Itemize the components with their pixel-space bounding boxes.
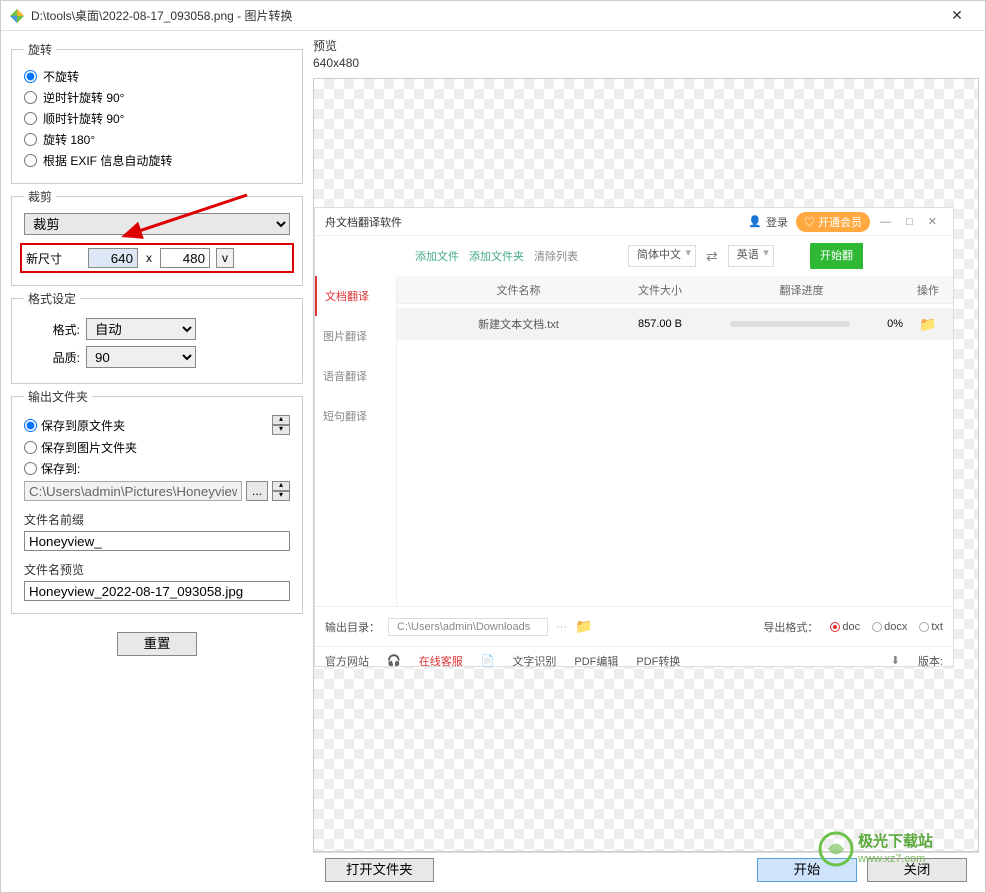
out-dots[interactable]: ··· bbox=[556, 621, 567, 633]
start-button[interactable]: 开始 bbox=[757, 858, 857, 882]
th-op: 操作 bbox=[903, 282, 953, 298]
output-path-input[interactable] bbox=[24, 481, 242, 501]
preview-canvas: 舟文档翻译软件 👤 登录 ♡ 开通会员 — □ ✕ 添加文件 添加文件夹 清除列… bbox=[313, 78, 979, 852]
app-icon bbox=[9, 8, 25, 24]
quality-select[interactable]: 90 bbox=[86, 346, 196, 368]
preview-heading: 预览 bbox=[313, 37, 979, 54]
emb-title-text: 舟文档翻译软件 bbox=[325, 214, 748, 230]
format-select[interactable]: 自动 bbox=[86, 318, 196, 340]
size-dropdown-button[interactable]: v bbox=[216, 248, 234, 268]
progress-bar bbox=[730, 321, 850, 327]
width-input[interactable] bbox=[88, 248, 138, 268]
add-file[interactable]: 添加文件 bbox=[415, 248, 459, 264]
bt-service[interactable]: 在线客服 bbox=[419, 653, 463, 669]
row-prog: 0% bbox=[700, 318, 903, 330]
crop-group: 裁剪 裁剪 新尺寸 x v bbox=[11, 188, 303, 286]
side-short[interactable]: 短句翻译 bbox=[315, 396, 396, 436]
crop-legend: 裁剪 bbox=[24, 188, 56, 205]
side-doc[interactable]: 文档翻译 bbox=[315, 276, 396, 316]
table-row[interactable]: 新建文本文档.txt 857.00 B 0% 📁 bbox=[397, 308, 953, 340]
clear-list[interactable]: 清除列表 bbox=[534, 248, 578, 264]
close-button-footer[interactable]: 关闭 bbox=[867, 858, 967, 882]
preview-name bbox=[24, 581, 290, 601]
output-legend: 输出文件夹 bbox=[24, 388, 92, 405]
bt-ocr[interactable]: 文字识别 bbox=[512, 653, 556, 669]
rotate-exif[interactable] bbox=[24, 154, 37, 167]
crop-mode-select[interactable]: 裁剪 bbox=[24, 213, 290, 235]
fmt-docx[interactable]: docx bbox=[872, 621, 907, 633]
spin-1[interactable]: ▴▾ bbox=[272, 415, 290, 435]
close-button[interactable]: ✕ bbox=[937, 7, 977, 24]
out-label: 输出目录： bbox=[325, 619, 380, 635]
size-label: 新尺寸 bbox=[26, 250, 82, 267]
lang-to[interactable]: 英语 bbox=[728, 245, 774, 267]
side-img[interactable]: 图片翻译 bbox=[315, 316, 396, 356]
bt-ver: 版本: bbox=[918, 653, 943, 669]
download-icon[interactable]: ⬇ bbox=[891, 654, 900, 667]
headset-icon: 🎧 bbox=[387, 654, 401, 667]
save-pictures[interactable] bbox=[24, 441, 37, 454]
rotate-cw90[interactable] bbox=[24, 112, 37, 125]
login-link[interactable]: 登录 bbox=[766, 214, 788, 230]
browse-button[interactable]: ... bbox=[246, 481, 268, 501]
th-size: 文件大小 bbox=[620, 282, 700, 298]
rotate-none[interactable] bbox=[24, 70, 37, 83]
folder-icon[interactable]: 📁 bbox=[903, 316, 953, 333]
window-title: D:\tools\桌面\2022-08-17_093058.png - 图片转换 bbox=[31, 7, 937, 24]
format-label: 格式: bbox=[24, 321, 80, 338]
rotate-180[interactable] bbox=[24, 133, 37, 146]
prefix-label: 文件名前缀 bbox=[24, 511, 290, 528]
fmt-doc[interactable]: doc bbox=[830, 621, 860, 633]
out-folder-icon[interactable]: 📁 bbox=[575, 618, 592, 635]
save-to[interactable] bbox=[24, 462, 37, 475]
th-name: 文件名称 bbox=[397, 282, 620, 298]
format-group: 格式设定 格式: 自动 品质: 90 bbox=[11, 290, 303, 384]
fmt-label: 导出格式： bbox=[763, 619, 818, 635]
output-group: 输出文件夹 保存到原文件夹 ▴▾ 保存到图片文件夹 保存到: ... ▴▾ 文件… bbox=[11, 388, 303, 614]
th-prog: 翻译进度 bbox=[700, 282, 903, 298]
start-translate[interactable]: 开始翻 bbox=[810, 243, 863, 269]
rotate-group: 旋转 不旋转 逆时针旋转 90° 顺时针旋转 90° 旋转 180° 根据 EX… bbox=[11, 41, 303, 184]
rotate-ccw90[interactable] bbox=[24, 91, 37, 104]
bt-pdfedit[interactable]: PDF编辑 bbox=[574, 653, 618, 669]
prefix-input[interactable] bbox=[24, 531, 290, 551]
rotate-legend: 旋转 bbox=[24, 41, 56, 58]
bt-pdfconv[interactable]: PDF转换 bbox=[636, 653, 680, 669]
format-legend: 格式设定 bbox=[24, 290, 80, 307]
x-sep: x bbox=[144, 251, 154, 265]
lang-from[interactable]: 简体中文 bbox=[628, 245, 696, 267]
reset-button[interactable]: 重置 bbox=[117, 632, 197, 656]
out-path[interactable]: C:\Users\admin\Downloads bbox=[388, 618, 548, 636]
swap-icon[interactable]: ⇄ bbox=[706, 248, 718, 265]
preview-name-label: 文件名预览 bbox=[24, 561, 290, 578]
open-folder-button[interactable]: 打开文件夹 bbox=[325, 858, 434, 882]
new-size-row: 新尺寸 x v bbox=[20, 243, 294, 273]
save-original[interactable] bbox=[24, 419, 37, 432]
fmt-txt[interactable]: txt bbox=[919, 621, 943, 633]
emb-window-buttons[interactable]: — □ ✕ bbox=[880, 215, 943, 228]
vip-button[interactable]: ♡ 开通会员 bbox=[796, 212, 870, 232]
embedded-app: 舟文档翻译软件 👤 登录 ♡ 开通会员 — □ ✕ 添加文件 添加文件夹 清除列… bbox=[314, 207, 954, 667]
user-icon: 👤 bbox=[748, 215, 762, 228]
height-input[interactable] bbox=[160, 248, 210, 268]
preview-size-text: 640x480 bbox=[313, 56, 979, 70]
spin-2[interactable]: ▴▾ bbox=[272, 481, 290, 501]
ocr-icon: 📄 bbox=[481, 654, 495, 667]
quality-label: 品质: bbox=[24, 349, 80, 366]
side-voice[interactable]: 语音翻译 bbox=[315, 356, 396, 396]
add-folder[interactable]: 添加文件夹 bbox=[469, 248, 524, 264]
bt-site[interactable]: 官方网站 bbox=[325, 653, 369, 669]
row-size: 857.00 B bbox=[620, 318, 700, 330]
row-name: 新建文本文档.txt bbox=[397, 316, 620, 332]
